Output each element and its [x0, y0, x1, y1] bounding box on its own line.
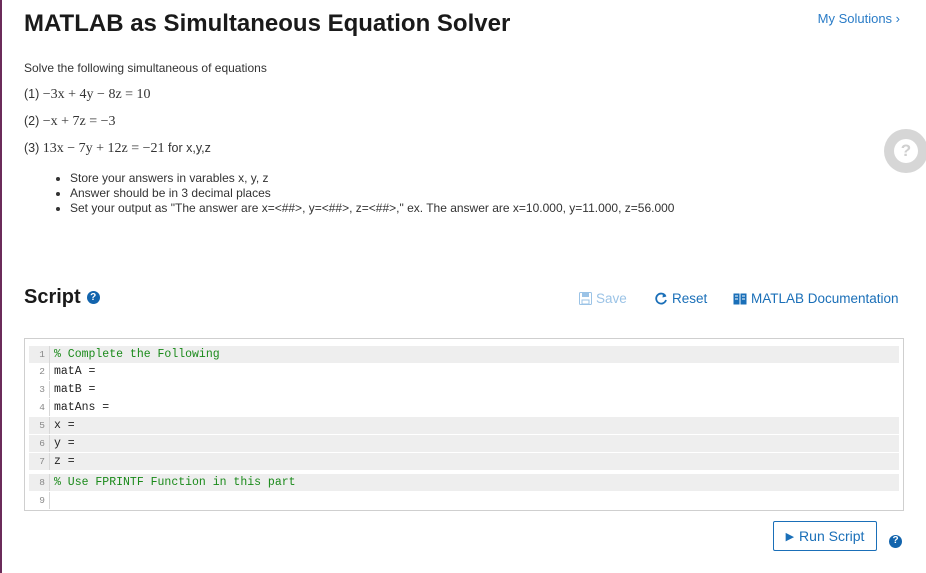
code-editor[interactable]: 1 % Complete the Following 2 matA = 3 ma… — [24, 338, 904, 511]
equation-math: −x + 7z = −3 — [42, 114, 116, 129]
code-line[interactable]: 7 z = — [29, 453, 899, 470]
line-number: 7 — [29, 453, 50, 470]
code-line[interactable]: 9 — [29, 492, 899, 509]
instruction-item: Store your answers in varables x, y, z — [70, 171, 674, 186]
equation-1: (1) −3x + 4y − 8z = 10 — [24, 87, 151, 102]
script-heading: Script ? — [24, 286, 100, 309]
code-text: matAns = — [54, 401, 110, 414]
code-text: % Complete the Following — [54, 348, 220, 361]
line-number: 1 — [29, 346, 50, 363]
code-text: z = — [54, 455, 75, 468]
my-solutions-link[interactable]: My Solutions › — [818, 11, 900, 26]
code-line[interactable]: 6 y = — [29, 435, 899, 452]
problem-intro: Solve the following simultaneous of equa… — [24, 61, 267, 75]
save-button[interactable]: Save — [579, 291, 627, 306]
code-text: matB = — [54, 383, 96, 396]
page-left-border — [0, 0, 2, 573]
code-line[interactable]: 1 % Complete the Following — [29, 346, 899, 363]
instruction-item: Answer should be in 3 decimal places — [70, 186, 674, 201]
equation-3: (3) 13x − 7y + 12z = −21 for x,y,z — [24, 141, 211, 156]
equation-math: −3x + 4y − 8z = 10 — [42, 87, 151, 102]
book-icon — [733, 293, 747, 305]
line-number: 2 — [29, 363, 50, 380]
question-icon: ? — [894, 139, 918, 163]
code-line[interactable]: 2 matA = — [29, 363, 899, 380]
run-help[interactable]: ? — [889, 530, 902, 548]
script-help-icon[interactable]: ? — [86, 291, 100, 304]
instruction-item: Set your output as "The answer are x=<##… — [70, 201, 674, 216]
line-number: 6 — [29, 435, 50, 452]
code-line[interactable]: 3 matB = — [29, 381, 899, 398]
code-line[interactable]: 4 matAns = — [29, 399, 899, 416]
line-number: 8 — [29, 474, 50, 491]
page-title: MATLAB as Simultaneous Equation Solver — [24, 10, 511, 37]
save-icon — [579, 292, 592, 305]
code-line[interactable]: 8 % Use FPRINTF Function in this part — [29, 474, 899, 491]
reset-button[interactable]: Reset — [655, 291, 707, 306]
code-text: matA = — [54, 365, 96, 378]
code-text: x = — [54, 419, 75, 432]
line-number: 4 — [29, 399, 50, 416]
line-number: 9 — [29, 492, 50, 509]
line-number: 5 — [29, 417, 50, 434]
equation-suffix: for x,y,z — [168, 141, 211, 155]
equation-2: (2) −x + 7z = −3 — [24, 114, 116, 129]
run-help-icon[interactable]: ? — [889, 534, 902, 548]
run-script-button[interactable]: ▶ Run Script — [773, 521, 877, 551]
floating-help-button[interactable]: ? — [884, 129, 926, 173]
reset-icon — [655, 292, 668, 305]
matlab-documentation-link[interactable]: MATLAB Documentation — [733, 291, 899, 306]
code-line[interactable]: 5 x = — [29, 417, 899, 434]
play-icon: ▶ — [785, 530, 795, 543]
instructions-list: Store your answers in varables x, y, z A… — [52, 171, 674, 216]
code-text: % Use FPRINTF Function in this part — [54, 476, 296, 489]
line-number: 3 — [29, 381, 50, 398]
code-text: y = — [54, 437, 75, 450]
equation-math: 13x − 7y + 12z = −21 — [42, 141, 165, 156]
